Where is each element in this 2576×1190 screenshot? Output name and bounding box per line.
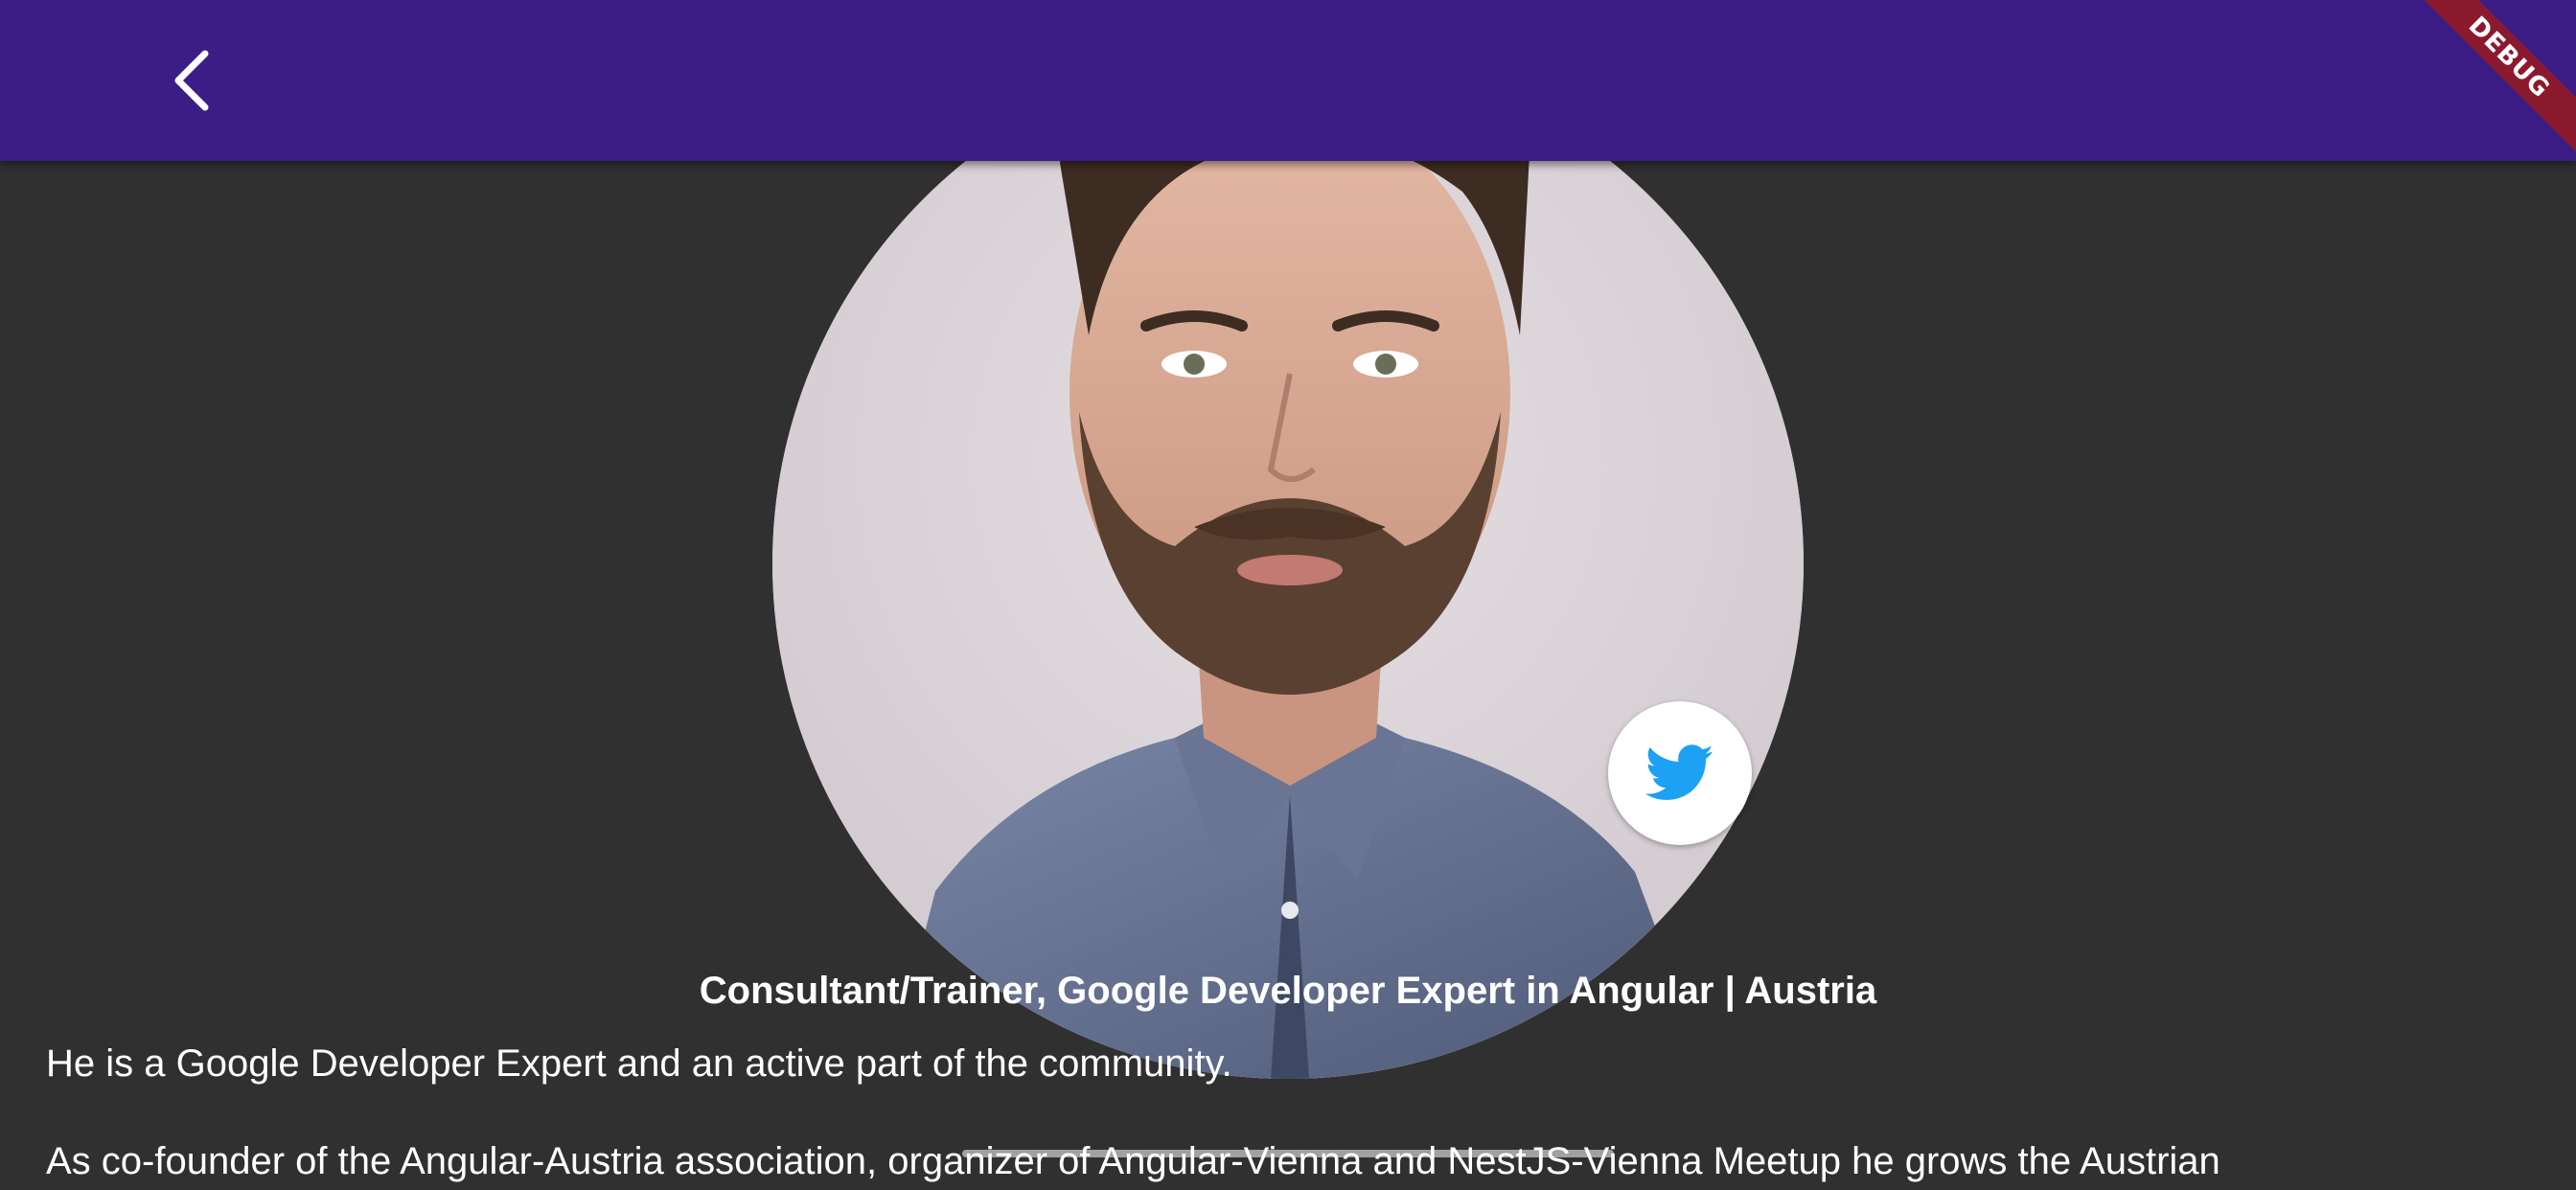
speaker-subtitle: Consultant/Trainer, Google Developer Exp… [699,970,1877,1012]
speaker-avatar [772,48,1804,1079]
twitter-button[interactable] [1608,701,1752,845]
chevron-left-icon [174,50,209,111]
app-bar [0,0,2576,161]
twitter-icon [1645,744,1714,800]
bio-paragraph: He is a Google Developer Expert and an a… [46,1042,1232,1085]
speaker-bio: He is a Google Developer Expert and an a… [46,1035,2538,1190]
bio-paragraph: As co-founder of the Angular-Austria ass… [46,1140,2220,1182]
back-button[interactable] [153,42,230,119]
speaker-content: Consultant/Trainer, Google Developer Exp… [0,48,2576,1190]
speaker-photo [772,48,1804,1079]
speaker-detail-screen: DEBUG Consultant/Trainer, Google Develop… [0,0,2576,1190]
scroll-indicator[interactable] [962,1150,1614,1157]
